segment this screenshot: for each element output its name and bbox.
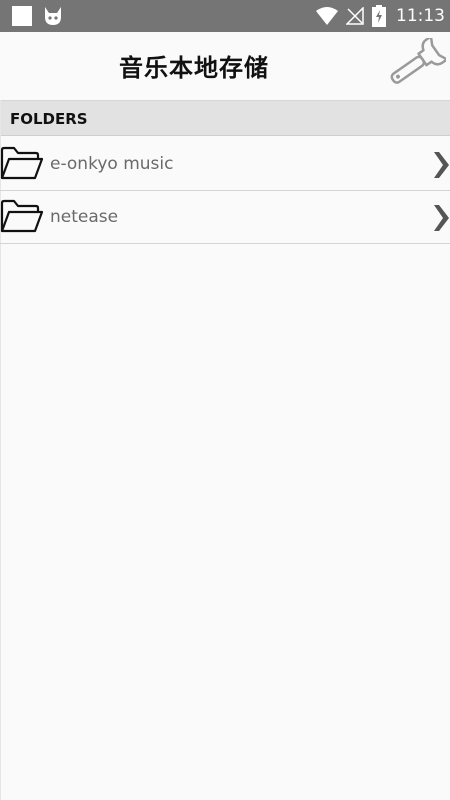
status-time: 11:13 <box>396 6 445 26</box>
chevron-right-icon <box>434 152 449 178</box>
list-item-e-onkyo-music[interactable]: e-onkyo music <box>0 138 450 191</box>
folder-open-icon <box>0 146 44 180</box>
folder-open-icon <box>0 199 44 233</box>
page-title: 音乐本地存储 <box>119 54 269 82</box>
cat-app-icon <box>45 7 61 25</box>
wifi-icon <box>316 7 338 25</box>
folder-list: e-onkyo music netease <box>0 138 450 244</box>
chevron-right-icon <box>434 205 449 231</box>
no-signal-icon <box>346 7 364 25</box>
folder-label: netease <box>50 207 119 227</box>
folders-section-header: FOLDERS <box>0 100 450 136</box>
app-header: 音乐本地存储 <box>0 32 450 100</box>
square-notification-icon <box>12 6 32 26</box>
list-item-netease[interactable]: netease <box>0 191 450 244</box>
status-bar: 11:13 <box>0 0 450 32</box>
folder-label: e-onkyo music <box>50 154 174 174</box>
wrench-icon[interactable] <box>386 38 446 90</box>
battery-charging-icon <box>372 5 386 27</box>
section-label: FOLDERS <box>10 110 88 128</box>
